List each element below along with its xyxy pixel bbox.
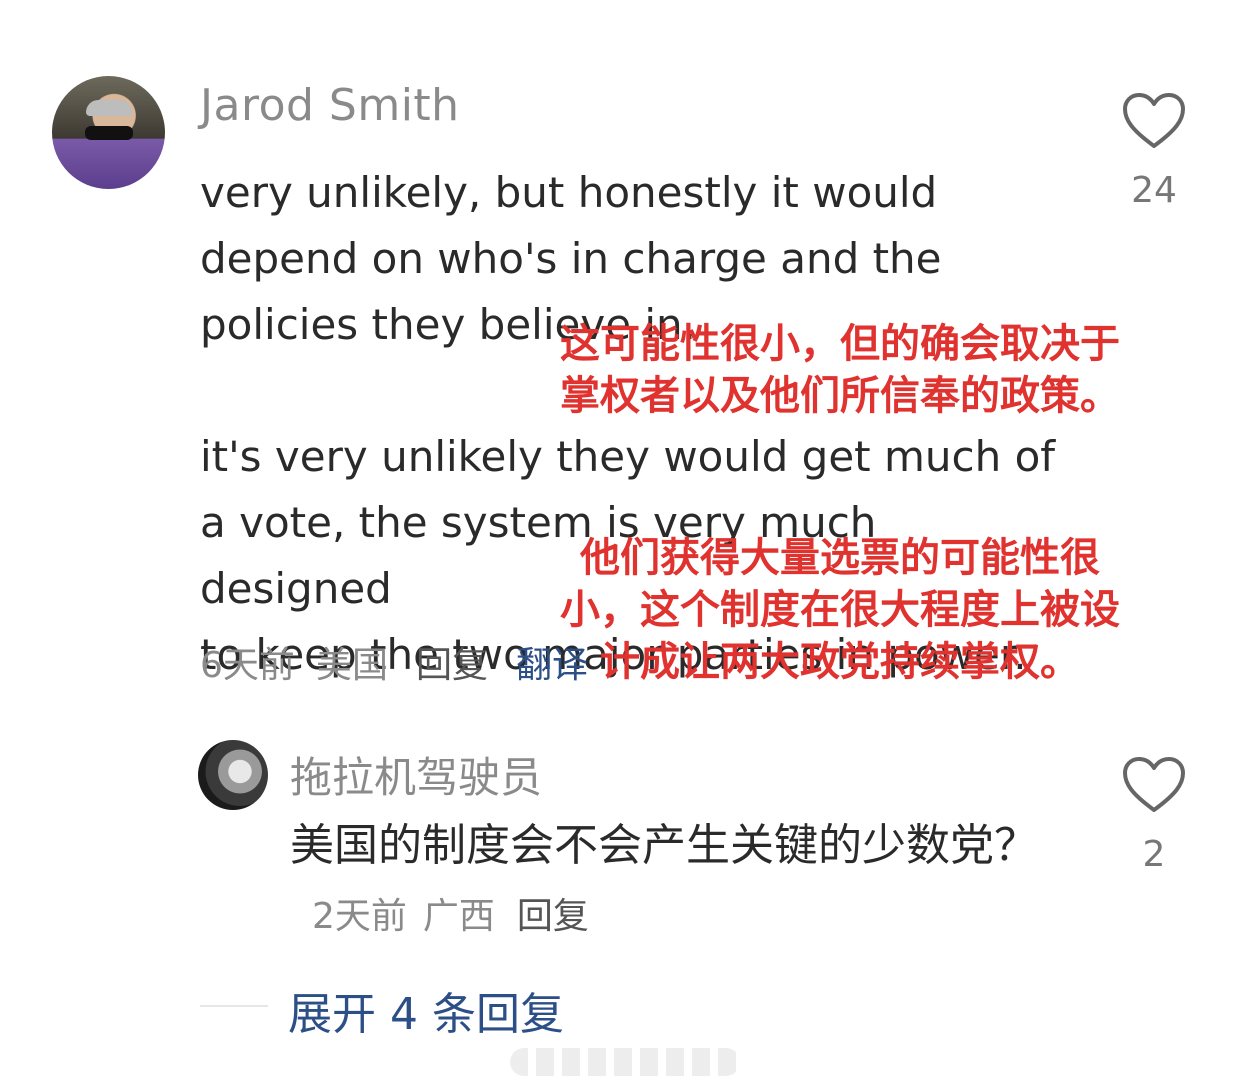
watermark — [510, 1048, 740, 1076]
reply-username[interactable]: 拖拉机驾驶员 — [290, 744, 542, 805]
heart-icon[interactable] — [1122, 756, 1186, 814]
avatar[interactable] — [52, 76, 165, 189]
reply-button[interactable]: 回复 — [416, 636, 488, 688]
comment-time: 6天前 — [200, 645, 295, 686]
avatar-hair — [86, 100, 132, 116]
divider — [200, 1005, 268, 1007]
reply-text: 美国的制度会不会产生关键的少数党？ 2天前 广西 回复 — [290, 812, 1050, 951]
comment-username[interactable]: Jarod Smith — [200, 80, 460, 131]
reply-time: 2天前 — [312, 896, 407, 937]
reply-meta: 2天前 广西 回复 — [312, 896, 589, 937]
reply-reply-button[interactable]: 回复 — [517, 896, 589, 937]
translation-overlay-1: 这可能性很小，但的确会取决于掌权者以及他们所信奉的政策。 — [560, 321, 1120, 419]
like-count: 24 — [1131, 170, 1177, 211]
translation-overlay-2: 他们获得大量选票的可能性很小，这个制度在很大程度上被设计成让两大政党持续掌权。 — [560, 535, 1120, 685]
expand-replies-button[interactable]: 展开 4 条回复 — [288, 978, 564, 1042]
heart-icon[interactable] — [1122, 92, 1186, 150]
avatar-glasses — [85, 126, 133, 140]
comment-location: 美国 — [316, 645, 389, 686]
reply-text-content: 美国的制度会不会产生关键的少数党？ — [290, 820, 1038, 871]
reply-like-count: 2 — [1142, 834, 1166, 875]
reply-location: 广西 — [422, 896, 495, 937]
reply-avatar[interactable] — [198, 740, 268, 810]
